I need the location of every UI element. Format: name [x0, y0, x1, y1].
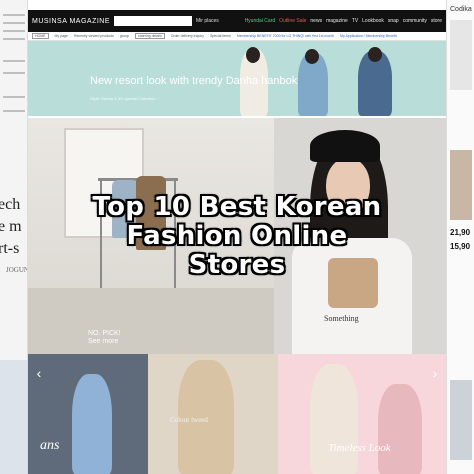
left-slice-line-3: rt-s: [0, 240, 20, 257]
banner-title: New resort look with trendy Danha hanbok: [90, 75, 298, 87]
site-logo[interactable]: MUSINSA MAGAZINE: [32, 18, 110, 25]
left-slice-photo: [0, 360, 27, 474]
sub-navigation-bar: HOME My page Recently viewed products gr…: [28, 32, 446, 41]
subnav-link[interactable]: Order delivery inquiry: [171, 34, 204, 38]
subnav-promo-link[interactable]: My Application / Membership Benefit: [340, 34, 397, 38]
hero-image[interactable]: Something Top 10 Best Korean Fashion Onl…: [28, 118, 446, 354]
left-slice-line-2: e m: [0, 218, 22, 235]
bottom-image-strip: ans ‹ Colour tweed › Timeless Look: [28, 354, 446, 474]
subnav-link[interactable]: ordering details: [134, 33, 165, 39]
subnav-link[interactable]: group: [120, 34, 129, 38]
hero-model-cap: [310, 130, 380, 162]
hero-tag: NO. PICK! See more: [88, 330, 121, 346]
bottom-panel-2[interactable]: Colour tweed: [148, 354, 278, 474]
hero-tag-line-1: NO. PICK!: [88, 330, 121, 337]
search-input[interactable]: [114, 16, 193, 26]
bottom-model: [310, 364, 358, 474]
bottom-panel-2-text: Colour tweed: [170, 416, 208, 424]
left-slice-line-1: ech: [0, 196, 21, 213]
left-slice-brand: JOGUN: [6, 266, 28, 274]
bottom-panel-1-text: ans: [40, 438, 60, 453]
nav-item-community[interactable]: community: [403, 18, 427, 24]
right-collage-slice: Codika 21,90 15,90: [446, 0, 474, 474]
subnav-link[interactable]: Special items: [210, 34, 231, 38]
right-slice-photo: [450, 380, 472, 460]
tshirt-text: Something: [324, 314, 359, 323]
text-line-placeholder: [3, 22, 25, 24]
carousel-prev-icon[interactable]: ‹: [30, 364, 48, 382]
banner-model-head: [368, 47, 382, 62]
right-slice-product-image: [450, 20, 472, 90]
text-line-placeholder: [3, 110, 25, 112]
right-slice-price-1: 21,90: [450, 228, 471, 237]
text-line-placeholder: [3, 30, 25, 32]
nav-item-news[interactable]: news: [310, 18, 322, 24]
bottom-panel-3-text: Timeless Look: [328, 442, 391, 454]
hero-tag-line-2[interactable]: See more: [88, 338, 121, 346]
bottom-model: [378, 384, 422, 474]
hero-title: Top 10 Best Korean Fashion Online Stores: [28, 193, 446, 280]
nav-item-store[interactable]: store: [431, 18, 442, 24]
home-button[interactable]: HOME: [32, 33, 49, 39]
nav-item-snap[interactable]: snap: [388, 18, 399, 24]
hero-title-line-2: Fashion Online: [126, 221, 348, 251]
hero-title-line-1: Top 10 Best Korean: [92, 192, 382, 222]
nav-item-magazine[interactable]: magazine: [326, 18, 348, 24]
nav-item-tv[interactable]: TV: [352, 18, 358, 24]
text-line-placeholder: [3, 72, 25, 74]
search-label: Mir places: [196, 18, 219, 24]
banner-model-head: [305, 49, 319, 64]
banner-subtitle: Style: Danha X 3/1 special Collection: [90, 96, 156, 101]
nav-item-outline-sale[interactable]: Outline Sale: [279, 18, 306, 24]
nav-item-hyundai-card[interactable]: Hyundai Card: [245, 18, 276, 24]
bottom-panel-1[interactable]: ans ‹: [28, 354, 148, 474]
text-line-placeholder: [3, 96, 25, 98]
carousel-next-icon[interactable]: ›: [426, 364, 444, 382]
right-slice-title: Codika: [450, 6, 472, 13]
top-navigation-bar: MUSINSA MAGAZINE Mir places Hyundai Card…: [28, 10, 446, 32]
subnav-link[interactable]: Recently viewed products: [74, 34, 114, 38]
hero-room-floor: [28, 288, 278, 354]
bottom-model: [72, 374, 112, 474]
promo-banner[interactable]: New resort look with trendy Danha hanbok…: [28, 41, 446, 116]
hero-title-line-3: Stores: [188, 250, 286, 280]
right-slice-product-image: [450, 150, 472, 220]
subnav-link[interactable]: My page: [55, 34, 68, 38]
banner-model-head: [246, 47, 260, 63]
bottom-panel-3[interactable]: ›: [278, 354, 446, 474]
right-slice-price-2: 15,90: [450, 242, 471, 251]
subnav-promo-link[interactable]: Membership BENEFIT 7000 for LG THINQ! wi…: [237, 34, 334, 38]
text-line-placeholder: [3, 38, 25, 40]
left-collage-slice: ech e m rt-s JOGUN: [0, 0, 28, 474]
text-line-placeholder: [3, 60, 25, 62]
text-line-placeholder: [3, 14, 25, 16]
nav-item-lookbook[interactable]: Lookbook: [362, 18, 384, 24]
